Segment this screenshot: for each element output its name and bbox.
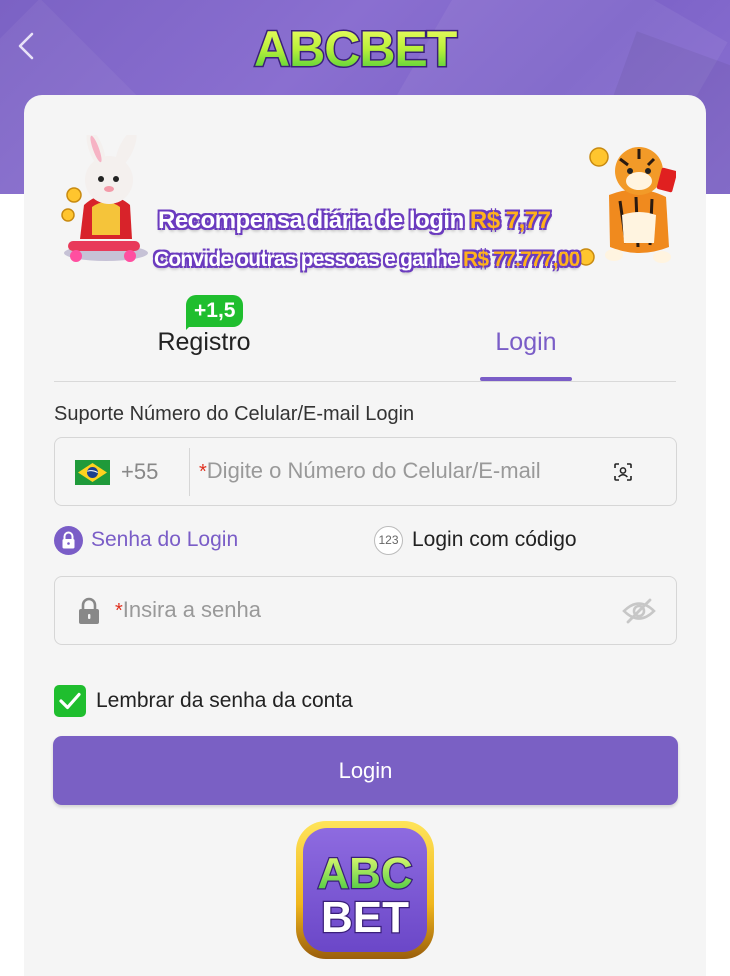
phone-email-input[interactable]: *Digite o Número do Celular/E-mail [199,458,619,484]
promo-banner[interactable]: Recompensa diária de login R$ 7,77 Convi… [54,135,676,275]
phone-email-label: Suporte Número do Celular/E-mail Login [54,403,415,425]
remember-checkbox[interactable] [54,685,86,717]
method-code-label: Login com código [412,528,577,551]
tab-register[interactable]: Registro [54,328,354,378]
promo-line-2-text: Convide outras pessoas e ganhe [154,248,459,271]
chevron-left-icon [18,32,34,60]
register-bonus-badge: +1,5 [186,295,244,327]
face-scan-icon[interactable] [613,462,633,482]
back-button[interactable] [10,26,46,66]
remember-label: Lembrar da senha da conta [96,689,353,712]
rabbit-mascot-icon [61,135,148,262]
password-method-badge [54,526,83,555]
promo-line-1-text: Recompensa diária de login [158,207,464,234]
promo-line-1-amount: R$ 7,77 [469,207,551,234]
required-asterisk: * [199,461,207,483]
phone-email-placeholder: Digite o Número do Celular/E-mail [206,458,541,483]
country-code[interactable]: +55 [121,459,158,485]
app-logo-line-2: BET [321,893,409,942]
password-placeholder: Insira a senha [122,597,261,622]
eye-off-icon[interactable] [621,597,657,625]
login-button[interactable]: Login [53,736,678,805]
lock-icon [62,531,75,549]
method-password-label: Senha do Login [91,528,239,551]
phone-email-field[interactable]: +55 *Digite o Número do Celular/E-mail [54,437,677,506]
promo-line-1: Recompensa diária de login R$ 7,77 [158,207,551,235]
checkmark-icon [59,692,81,710]
login-card: Recompensa diária de login R$ 7,77 Convi… [24,95,706,976]
app-logo-line-1: ABC [317,849,412,898]
promo-line-2-amount: R$ 77.777,00 [462,248,580,271]
code-icon: 123 [374,526,403,555]
brazil-flag-icon[interactable] [75,460,110,485]
brand-logo-text: ABCBET [254,21,457,77]
brand-logo: ABCBET [250,16,482,79]
active-tab-indicator [480,377,572,381]
password-input[interactable]: *Insira a senha [115,597,595,623]
app-logo: ABC BET [295,820,435,960]
password-field[interactable]: *Insira a senha [54,576,677,645]
required-asterisk: * [115,600,123,622]
lock-icon [79,597,99,624]
promo-line-2: Convide outras pessoas e ganhe R$ 77.777… [154,248,580,272]
tiger-mascot-icon [577,147,676,266]
login-method-selector: Senha do Login 123 Login com código [54,525,676,557]
field-divider [189,448,190,496]
register-bonus-badge-tail [186,323,193,330]
tab-login[interactable]: Login [480,328,572,378]
auth-tabs: Registro +1,5 Login [54,295,676,382]
